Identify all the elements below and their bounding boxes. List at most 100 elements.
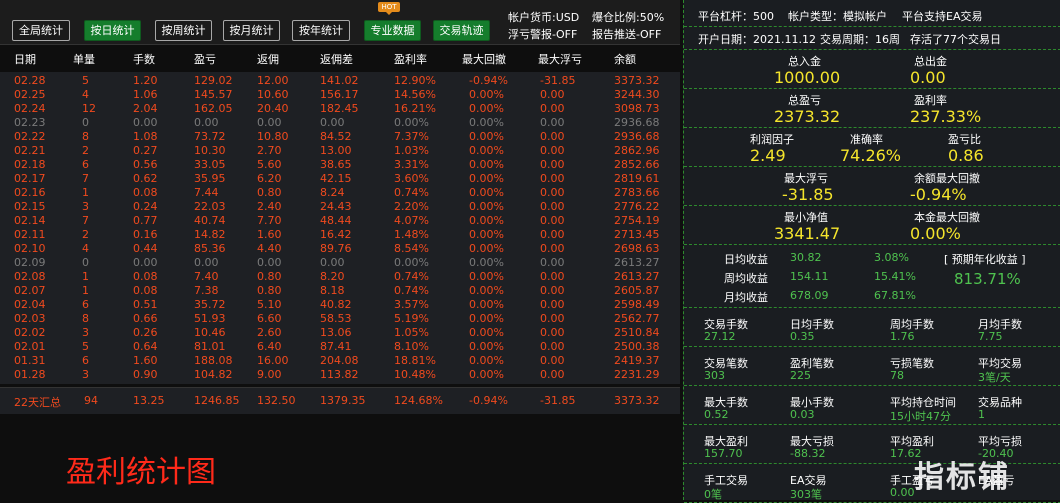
cell-date: 02.17 — [14, 172, 46, 185]
cell-rebate-diff: 156.17 — [320, 88, 359, 101]
cell-profit-rate: 0.74% — [394, 284, 429, 297]
table-row[interactable]: 02.03 8 0.66 51.93 6.60 58.53 5.19% 0.00% 0.00 25… — [0, 312, 680, 326]
cell-profit-rate: 14.56% — [394, 88, 436, 101]
cell-rebate-diff: 0.00 — [320, 116, 345, 129]
col-date: 日期 — [14, 53, 36, 66]
monthly-stats-button[interactable]: 按月统计 — [223, 20, 280, 41]
table-row[interactable]: 02.25 4 1.06 145.57 10.60 156.17 14.56% 0.00% 0.… — [0, 88, 680, 102]
cell-balance: 2613.27 — [614, 256, 660, 269]
table-row[interactable]: 02.01 5 0.64 81.01 6.40 87.41 8.10% 0.00% 0.00 25… — [0, 340, 680, 354]
table-row[interactable]: 02.28 5 1.20 129.02 12.00 141.02 12.90% -0.94% -… — [0, 74, 680, 88]
cell-rebate: 16.00 — [257, 354, 289, 367]
table-row[interactable]: 02.09 0 0.00 0.00 0.00 0.00 0.00% 0.00% 0.00 2613… — [0, 256, 680, 270]
cell-pnl: 35.95 — [194, 172, 226, 185]
table-row[interactable]: 01.31 6 1.60 188.08 16.00 204.08 18.81% 0.00% 0.… — [0, 354, 680, 368]
table-row[interactable]: 02.22 8 1.08 73.72 10.80 84.52 7.37% 0.00% 0.00 2… — [0, 130, 680, 144]
cell-date: 02.03 — [14, 312, 46, 325]
yearly-stats-button[interactable]: 按年统计 — [292, 20, 350, 41]
cell-orders: 4 — [82, 88, 89, 101]
table-row[interactable]: 02.07 1 0.08 7.38 0.80 8.18 0.74% 0.00% 0.00 2605… — [0, 284, 680, 298]
table-row[interactable]: 02.23 0 0.00 0.00 0.00 0.00 0.00% 0.00% 0.00 2936… — [0, 116, 680, 130]
report-push[interactable]: 报告推送-OFF — [592, 26, 661, 42]
summary-max-drawdown: -0.94% — [469, 394, 508, 407]
cell-max-float-loss: 0.00 — [540, 214, 565, 227]
cell-date: 01.28 — [14, 368, 46, 381]
open-date: 开户日期：2021.11.12 — [698, 33, 816, 46]
profit-rate-label: 盈利率 — [914, 94, 947, 107]
cell-lots: 0.26 — [133, 326, 158, 339]
table-row[interactable]: 02.02 3 0.26 10.46 2.60 13.06 1.05% 0.00% 0.00 25… — [0, 326, 680, 340]
cell-lots: 0.90 — [133, 368, 158, 381]
cell-lots: 0.62 — [133, 172, 158, 185]
margin-ratio: 爆仓比例:50% — [592, 11, 665, 24]
daily-return-pct: 3.08% — [874, 251, 909, 264]
table-row[interactable]: 02.16 1 0.08 7.44 0.80 8.24 0.74% 0.00% 0.00 2783… — [0, 186, 680, 200]
accuracy-label: 准确率 — [850, 133, 883, 146]
table-row[interactable]: 02.17 7 0.62 35.95 6.20 42.15 3.60% 0.00% 0.00 28… — [0, 172, 680, 186]
annual-return-label: [ 预期年化收益 ] — [944, 253, 1026, 266]
cell-lots: 0.24 — [133, 200, 158, 213]
cell-max-float-loss: 0.00 — [540, 88, 565, 101]
deposit-block: 总入金 1000.00 总出金 0.00 — [684, 50, 1060, 89]
cell-pnl: 7.38 — [194, 284, 219, 297]
cell-max-float-loss: 0.00 — [540, 102, 565, 115]
cell-max-float-loss: 0.00 — [540, 340, 565, 353]
cell-orders: 3 — [82, 200, 89, 213]
float-alert[interactable]: 浮亏警报-OFF — [508, 26, 577, 42]
cell-max-drawdown: 0.00% — [469, 130, 504, 143]
weekly-stats-button[interactable]: 按周统计 — [155, 20, 212, 41]
cell-max-float-loss: 0.00 — [540, 116, 565, 129]
pro-data-button[interactable]: 专业数据 — [364, 20, 421, 41]
platform-leverage: 平台杠杆：500 — [698, 10, 774, 23]
cell-rebate-diff: 38.65 — [320, 158, 352, 171]
table-row[interactable]: 02.18 6 0.56 33.05 5.60 38.65 3.31% 0.00% 0.00 28… — [0, 158, 680, 172]
col-max-drawdown: 最大回撤 — [462, 53, 506, 66]
summary-orders: 94 — [84, 394, 98, 407]
monthly-return-value: 678.09 — [790, 289, 829, 302]
cell-rebate: 7.70 — [257, 214, 282, 227]
cell-rebate: 0.80 — [257, 186, 282, 199]
cell-balance: 2605.87 — [614, 284, 660, 297]
cell-date: 01.31 — [14, 354, 46, 367]
table-row[interactable]: 02.04 6 0.51 35.72 5.10 40.82 3.57% 0.00% 0.00 25… — [0, 298, 680, 312]
cell-max-float-loss: 0.00 — [540, 312, 565, 325]
cell-pnl: 40.74 — [194, 214, 226, 227]
cell-orders: 8 — [82, 130, 89, 143]
min-equity-label: 最小净值 — [784, 211, 828, 224]
cell-max-drawdown: 0.00% — [469, 270, 504, 283]
cell-rebate-diff: 16.42 — [320, 228, 352, 241]
trade-trace-button[interactable]: 交易轨迹 — [433, 20, 490, 41]
summary-profit-rate: 124.68% — [394, 394, 443, 407]
table-row[interactable]: 02.14 7 0.77 40.74 7.70 48.44 4.07% 0.00% 0.00 27… — [0, 214, 680, 228]
table-row[interactable]: 02.10 4 0.44 85.36 4.40 89.76 8.54% 0.00% 0.00 26… — [0, 242, 680, 256]
summary-balance: 3373.32 — [614, 394, 660, 407]
table-row[interactable]: 02.15 3 0.24 22.03 2.40 24.43 2.20% 0.00% 0.00 27… — [0, 200, 680, 214]
table-row[interactable]: 02.21 2 0.27 10.30 2.70 13.00 1.03% 0.00% 0.00 28… — [0, 144, 680, 158]
cell-rebate-diff: 8.24 — [320, 186, 345, 199]
cell-orders: 0 — [82, 256, 89, 269]
cell-max-drawdown: 0.00% — [469, 312, 504, 325]
cell-rebate: 10.80 — [257, 130, 289, 143]
cell-max-drawdown: 0.00% — [469, 186, 504, 199]
balance-max-dd-label: 余额最大回撤 — [914, 172, 980, 185]
cell-rebate: 0.00 — [257, 256, 282, 269]
cell-balance: 2419.37 — [614, 354, 660, 367]
table-row[interactable]: 02.24 12 2.04 162.05 20.40 182.45 16.21% 0.00% 0… — [0, 102, 680, 116]
stat-value: 0.52 — [704, 408, 729, 421]
table-row[interactable]: 02.08 1 0.08 7.40 0.80 8.20 0.74% 0.00% 0.00 2613… — [0, 270, 680, 284]
col-orders: 单量 — [73, 53, 95, 66]
cell-rebate: 2.40 — [257, 200, 282, 213]
trade-period: 交易周期：16周 — [820, 33, 900, 46]
cell-pnl: 33.05 — [194, 158, 226, 171]
cell-profit-rate: 0.00% — [394, 256, 429, 269]
cell-max-float-loss: 0.00 — [540, 256, 565, 269]
global-stats-button[interactable]: 全局统计 — [12, 20, 70, 41]
daily-stats-button[interactable]: 按日统计 — [84, 20, 141, 41]
account-type: 帐户类型：模拟帐户 — [788, 10, 887, 23]
table-row[interactable]: 01.28 3 0.90 104.82 9.00 113.82 10.48% 0.00% 0.0… — [0, 368, 680, 382]
cell-max-drawdown: 0.00% — [469, 158, 504, 171]
statistics-pane: 全局统计 按日统计 按周统计 按月统计 按年统计 专业数据 HOT 交易轨迹 帐… — [0, 0, 680, 500]
cell-max-drawdown: 0.00% — [469, 200, 504, 213]
cell-lots: 1.20 — [133, 74, 158, 87]
table-row[interactable]: 02.11 2 0.16 14.82 1.60 16.42 1.48% 0.00% 0.00 27… — [0, 228, 680, 242]
